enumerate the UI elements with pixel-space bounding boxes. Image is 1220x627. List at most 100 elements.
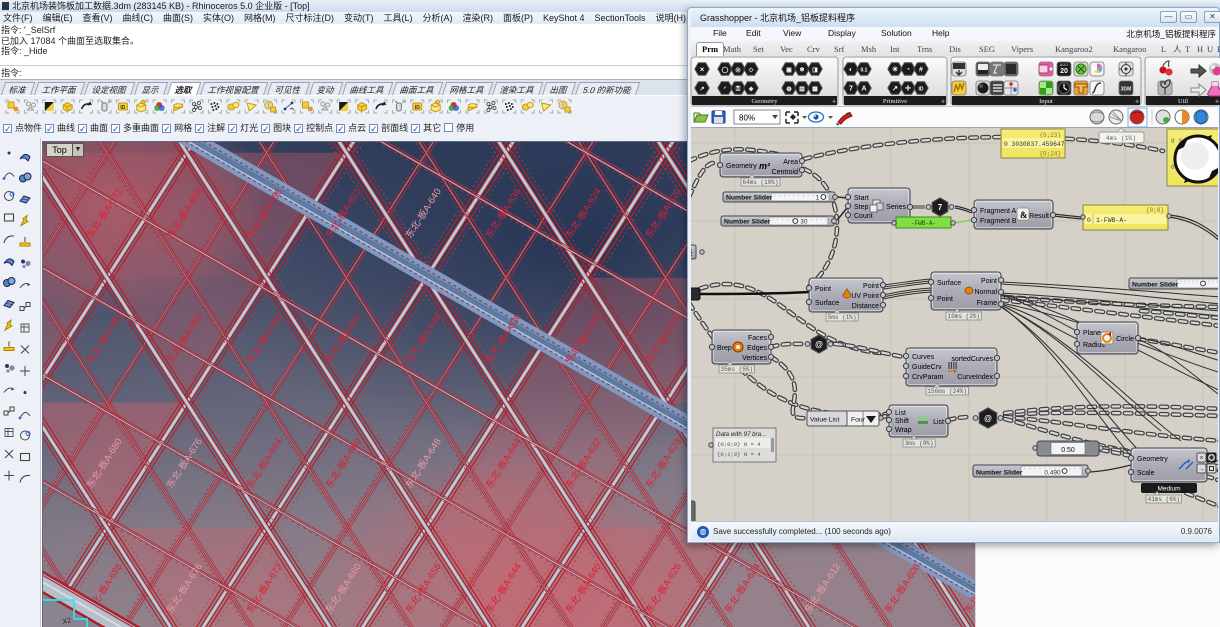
- svg-text:GuideCrv: GuideCrv: [912, 364, 942, 371]
- svg-text:❄: ❄: [799, 67, 804, 74]
- svg-text:✳: ✳: [892, 66, 898, 74]
- svg-text:Count: Count: [854, 213, 873, 220]
- svg-text:◯: ◯: [722, 67, 729, 74]
- svg-text:CurveIndex: CurveIndex: [957, 374, 993, 381]
- svg-text:Distance: Distance: [852, 303, 879, 310]
- svg-text:64ms (10%): 64ms (10%): [742, 179, 778, 186]
- svg-text:Value List: Value List: [810, 417, 839, 424]
- svg-text:↗: ↗: [892, 86, 898, 93]
- svg-text:#: #: [919, 67, 923, 74]
- svg-text:{0;0}: {0;0}: [1146, 207, 1164, 214]
- svg-text:◇: ◇: [748, 67, 754, 74]
- svg-text:Surface: Surface: [815, 300, 839, 307]
- svg-text:20: 20: [1060, 68, 1068, 75]
- svg-text:◎: ◎: [735, 68, 741, 74]
- svg-text:Number Slider: Number Slider: [724, 219, 771, 226]
- svg-text:Wrap: Wrap: [895, 427, 912, 434]
- svg-text:3DM: 3DM: [1121, 87, 1132, 93]
- svg-text:Surface: Surface: [937, 280, 961, 287]
- svg-text:List: List: [895, 410, 906, 417]
- svg-text:0.490: 0.490: [1044, 470, 1061, 477]
- svg-text:1: 1: [816, 195, 820, 202]
- svg-text:Series: Series: [886, 204, 906, 211]
- svg-text:▣: ▣: [786, 68, 792, 74]
- svg-text:{0;0;0} N = 4: {0;0;0} N = 4: [717, 441, 761, 448]
- svg-text:Edges: Edges: [747, 345, 767, 352]
- svg-text:◨: ◨: [812, 68, 818, 74]
- svg-text:◔: ◔: [906, 67, 910, 74]
- svg-text:ID: ID: [415, 105, 420, 111]
- svg-text:&: &: [1020, 210, 1028, 220]
- svg-text:Shift: Shift: [895, 418, 909, 425]
- svg-text:Geometry: Geometry: [1137, 456, 1168, 463]
- svg-text:Step: Step: [854, 204, 869, 211]
- svg-text:CrvParam: CrvParam: [912, 374, 944, 381]
- svg-text:Geometry: Geometry: [726, 163, 757, 170]
- svg-text:◍: ◍: [786, 87, 792, 93]
- svg-text:41ms (6%): 41ms (6%): [1148, 496, 1180, 503]
- svg-text:sortedCurves: sortedCurves: [951, 356, 993, 363]
- svg-text:Primitive: Primitive: [883, 98, 907, 105]
- svg-text:0 3030837.459647: 0 3030837.459647: [1004, 141, 1065, 148]
- svg-text:m²: m²: [759, 161, 771, 171]
- svg-text:Point: Point: [863, 283, 879, 290]
- svg-text:7: 7: [849, 86, 853, 93]
- svg-text:-FWB-A-: -FWB-A-: [911, 220, 936, 227]
- svg-text:Point: Point: [937, 296, 953, 303]
- svg-text:Number Slider: Number Slider: [1132, 282, 1179, 289]
- svg-text:AUG: AUG: [1060, 62, 1069, 67]
- svg-text:◈: ◈: [748, 86, 754, 93]
- svg-text:List: List: [933, 419, 944, 426]
- svg-text:→: →: [1198, 466, 1205, 473]
- svg-text:✛: ✛: [905, 85, 911, 93]
- svg-text:Result: Result: [1029, 213, 1049, 220]
- svg-text:Centroid: Centroid: [772, 169, 799, 176]
- svg-text:Medium: Medium: [1157, 486, 1180, 493]
- svg-text:UV Point: UV Point: [851, 293, 879, 300]
- svg-text:Input: Input: [1039, 98, 1053, 105]
- svg-text:↗: ↗: [699, 87, 704, 93]
- svg-text:1-FWB-A-: 1-FWB-A-: [1096, 217, 1127, 224]
- svg-text:Plane: Plane: [1083, 330, 1101, 337]
- svg-text:80%: 80%: [739, 114, 755, 123]
- svg-text:Circle: Circle: [1116, 336, 1134, 343]
- svg-text:Brep: Brep: [717, 345, 732, 352]
- svg-text:5ms (1%): 5ms (1%): [828, 314, 857, 321]
- svg-text:Number Slider: Number Slider: [726, 195, 773, 202]
- svg-text:35ms (5%): 35ms (5%): [721, 366, 753, 373]
- svg-text:⚿: ⚿: [736, 86, 741, 93]
- svg-text:▦: ▦: [812, 87, 818, 93]
- svg-text:@: @: [815, 340, 823, 349]
- svg-text:Area: Area: [783, 159, 798, 166]
- svg-text:Frame: Frame: [977, 300, 997, 307]
- svg-text:Point: Point: [981, 278, 997, 285]
- svg-text:0.50: 0.50: [1061, 447, 1075, 454]
- svg-text:Point: Point: [815, 286, 831, 293]
- svg-text:0.1: 0.1: [861, 68, 868, 74]
- svg-text:{0;24}: {0;24}: [1039, 151, 1061, 158]
- svg-text:+: +: [1135, 99, 1139, 106]
- svg-text:{0;23}: {0;23}: [1039, 132, 1061, 139]
- svg-text:✕: ✕: [699, 67, 704, 74]
- svg-text:Fragment B: Fragment B: [980, 218, 1017, 225]
- svg-text:Number Slider: Number Slider: [976, 470, 1023, 477]
- svg-text:{0;1;0} N = 4: {0;1;0} N = 4: [717, 451, 761, 458]
- svg-text:Curves: Curves: [912, 354, 935, 361]
- svg-text:Start: Start: [854, 195, 869, 202]
- svg-text:板: 板: [691, 248, 693, 257]
- svg-text:+: +: [832, 99, 836, 106]
- svg-text:A: A: [861, 86, 866, 93]
- svg-text:◐: ◐: [849, 67, 853, 74]
- svg-text:×: ×: [1199, 455, 1203, 462]
- svg-text:Fragment A: Fragment A: [980, 208, 1017, 215]
- svg-text:Faces: Faces: [748, 335, 768, 342]
- svg-text:Normal: Normal: [974, 289, 997, 296]
- svg-text:Util: Util: [1178, 98, 1188, 105]
- svg-text:Vertices: Vertices: [742, 355, 767, 362]
- svg-text:0: 0: [1087, 217, 1091, 224]
- svg-text:30: 30: [800, 219, 808, 226]
- svg-text:Scale: Scale: [1137, 470, 1155, 477]
- svg-text:Data with 97 bra...: Data with 97 bra...: [716, 431, 766, 438]
- svg-text:+: +: [941, 99, 945, 106]
- svg-text:ID: ID: [919, 87, 924, 93]
